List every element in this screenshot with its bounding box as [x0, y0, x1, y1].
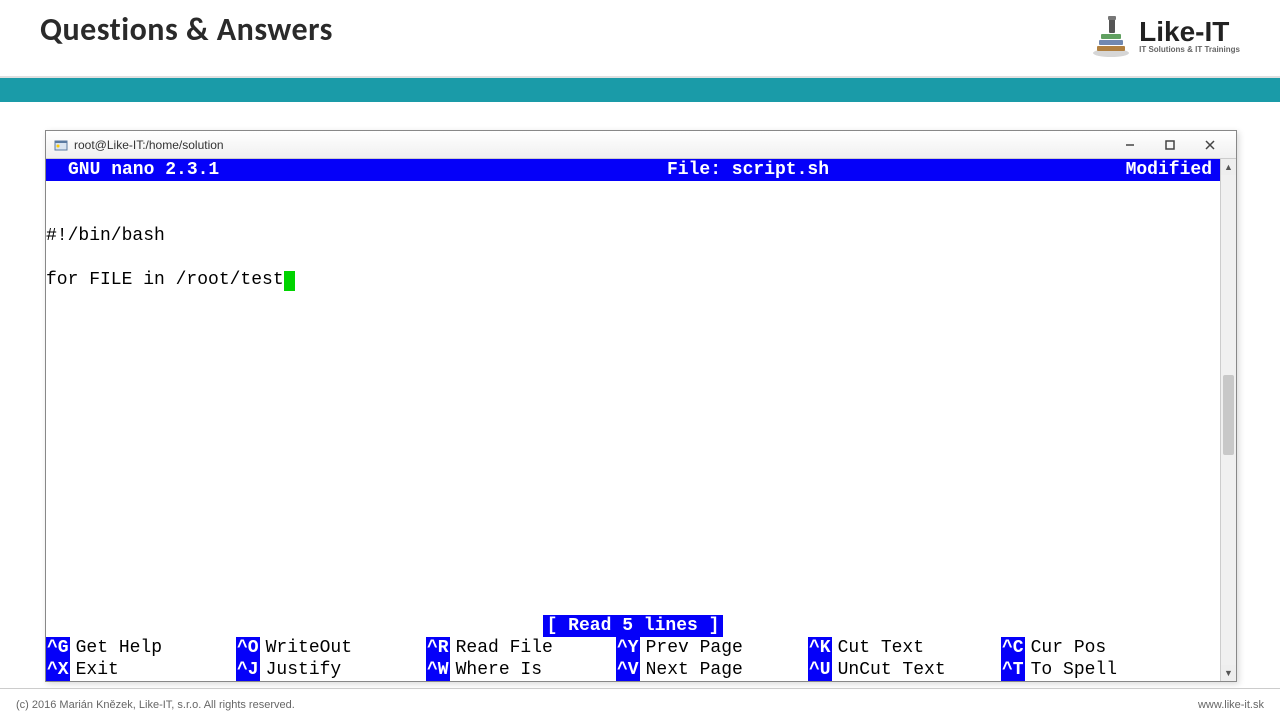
shortcut-ctrl-o[interactable]: ^OWriteOut [236, 637, 352, 659]
shortcut-key: ^K [808, 637, 832, 659]
shortcut-label: Prev Page [640, 637, 743, 659]
slide-header: Questions & Answers Like-IT IT Solutions… [0, 0, 1280, 78]
shortcut-ctrl-t[interactable]: ^TTo Spell [1001, 659, 1117, 681]
shortcut-label: WriteOut [260, 637, 352, 659]
close-button[interactable] [1190, 134, 1230, 156]
shortcut-ctrl-j[interactable]: ^JJustify [236, 659, 341, 681]
shortcut-key: ^V [616, 659, 640, 681]
shortcut-label: Where Is [450, 659, 542, 681]
shortcut-label: Read File [450, 637, 553, 659]
window-controls [1110, 134, 1230, 156]
logo-main: Like-IT [1139, 18, 1240, 46]
shortcut-key: ^X [46, 659, 70, 681]
logo-area: Like-IT IT Solutions & IT Trainings [1091, 14, 1240, 58]
code-line-2 [46, 247, 1220, 269]
shortcut-ctrl-y[interactable]: ^YPrev Page [616, 637, 743, 659]
shortcut-ctrl-r[interactable]: ^RRead File [426, 637, 553, 659]
shortcut-ctrl-k[interactable]: ^KCut Text [808, 637, 924, 659]
vertical-scrollbar[interactable]: ▲ ▼ [1220, 159, 1236, 681]
shortcut-key: ^R [426, 637, 450, 659]
shortcut-label: Next Page [640, 659, 743, 681]
nano-file-label: File: script.sh [426, 159, 1070, 181]
copyright-text: (c) 2016 Marián Knězek, Like-IT, s.r.o. … [16, 699, 295, 711]
putty-icon [54, 138, 68, 152]
shortcut-ctrl-v[interactable]: ^VNext Page [616, 659, 743, 681]
shortcut-key: ^G [46, 637, 70, 659]
shortcut-label: Justify [260, 659, 342, 681]
shortcut-label: To Spell [1025, 659, 1117, 681]
shortcut-label: UnCut Text [832, 659, 946, 681]
slide-title: Questions & Answers [40, 10, 333, 49]
code-line-1: #!/bin/bash [46, 225, 1220, 247]
scroll-thumb[interactable] [1223, 375, 1234, 455]
shortcut-label: Get Help [70, 637, 162, 659]
window-titlebar[interactable]: root@Like-IT:/home/solution [46, 131, 1236, 159]
shortcut-key: ^C [1001, 637, 1025, 659]
nano-buffer[interactable]: #!/bin/bash for FILE in /root/test [46, 181, 1220, 335]
shortcut-ctrl-g[interactable]: ^GGet Help [46, 637, 162, 659]
logo-books-icon [1091, 14, 1131, 58]
shortcut-key: ^U [808, 659, 832, 681]
shortcut-label: Cur Pos [1025, 637, 1107, 659]
window-title-text: root@Like-IT:/home/solution [74, 138, 224, 152]
accent-band [0, 78, 1280, 102]
logo-sub: IT Solutions & IT Trainings [1139, 46, 1240, 54]
logo-text: Like-IT IT Solutions & IT Trainings [1139, 18, 1240, 54]
nano-status-right: Modified [1070, 159, 1220, 181]
nano-shortcuts: ^GGet Help ^OWriteOut ^RRead File ^YPrev Pa… [46, 637, 1220, 681]
scroll-down-arrow[interactable]: ▼ [1221, 665, 1236, 681]
minimize-button[interactable] [1110, 134, 1150, 156]
shortcut-key: ^W [426, 659, 450, 681]
text-cursor [284, 271, 295, 291]
nano-header: GNU nano 2.3.1 File: script.sh Modified [46, 159, 1220, 181]
shortcut-label: Exit [70, 659, 119, 681]
shortcut-key: ^Y [616, 637, 640, 659]
terminal-view[interactable]: GNU nano 2.3.1 File: script.sh Modified … [46, 159, 1220, 681]
maximize-button[interactable] [1150, 134, 1190, 156]
shortcut-key: ^T [1001, 659, 1025, 681]
scroll-up-arrow[interactable]: ▲ [1221, 159, 1236, 175]
shortcut-key: ^J [236, 659, 260, 681]
nano-status-bar: [ Read 5 lines ] [46, 615, 1220, 637]
shortcut-ctrl-u[interactable]: ^UUnCut Text [808, 659, 946, 681]
slide-footer: (c) 2016 Marián Knězek, Like-IT, s.r.o. … [0, 688, 1280, 720]
nano-app-name: GNU nano 2.3.1 [46, 159, 426, 181]
shortcut-ctrl-c[interactable]: ^CCur Pos [1001, 637, 1106, 659]
shortcut-key: ^O [236, 637, 260, 659]
terminal-window: root@Like-IT:/home/solution GNU nano 2.3… [45, 130, 1237, 682]
shortcut-ctrl-w[interactable]: ^WWhere Is [426, 659, 542, 681]
code-line-3: for FILE in /root/test [46, 269, 1220, 291]
nano-status-text: [ Read 5 lines ] [543, 615, 724, 637]
shortcut-label: Cut Text [832, 637, 924, 659]
website-text: www.like-it.sk [1198, 699, 1264, 711]
shortcut-ctrl-x[interactable]: ^XExit [46, 659, 119, 681]
